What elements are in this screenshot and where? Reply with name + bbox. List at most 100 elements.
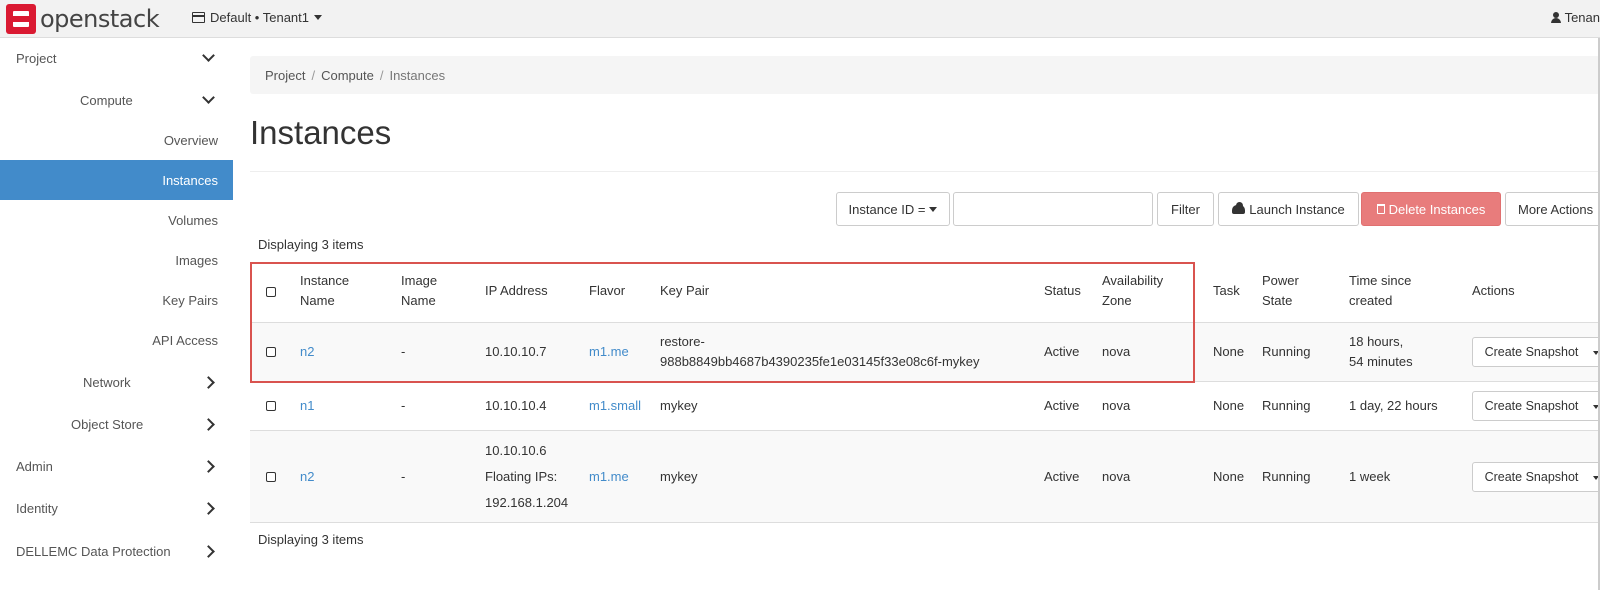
time-since-created: 1 day, 22 hours [1349,398,1438,413]
status: Active [1044,344,1080,359]
header-text: Power [1262,273,1299,288]
sidebar-item-volumes[interactable]: Volumes [0,200,233,240]
sidebar-item-dellemc[interactable]: DELLEMC Data Protection [0,531,233,571]
sidebar-label-overview: Overview [163,132,218,148]
ip-text: 192.168.1.204 [485,495,569,510]
time-text: 54 minutes [1349,354,1413,369]
header-text: Instance [300,273,350,288]
sidebar-item-instances[interactable]: Instances [0,160,233,200]
header-instance-name[interactable]: Instance Name [300,271,349,311]
sidebar-label-images: Images [175,252,218,268]
task: None [1213,344,1245,359]
select-all-checkbox[interactable] [266,287,276,297]
flavor-link[interactable]: m1.small [589,396,641,416]
sidebar-label-identity: Identity [16,500,58,516]
project-selector[interactable]: Default • Tenant1 [192,10,322,25]
header-image-name[interactable]: Image Name [401,271,437,311]
sidebar-item-key-pairs[interactable]: Key Pairs [0,280,233,320]
filter-field-dropdown[interactable]: Instance ID = [836,192,950,226]
displaying-count-top: Displaying 3 items [258,237,364,252]
sidebar-item-api-access[interactable]: API Access [0,320,233,360]
more-actions-button[interactable]: More Actions [1505,192,1600,226]
instance-name-link[interactable]: n2 [300,467,314,487]
status: Active [1044,469,1080,484]
table-row: n1 - 10.10.10.4 m1.small mykey Active no… [250,381,1600,430]
sidebar-item-compute[interactable]: Compute [0,80,233,120]
sidebar-label-key-pairs: Key Pairs [162,292,218,308]
filter-field-label: Instance ID = [848,201,926,217]
header-key-pair[interactable]: Key Pair [660,281,709,301]
availability-zone: nova [1102,469,1131,484]
sidebar-item-project[interactable]: Project [0,38,233,78]
time-text: 18 hours, [1349,334,1404,349]
flavor-link[interactable]: m1.me [589,342,629,362]
header-time-since-created[interactable]: Time since created [1349,271,1411,311]
filter-input[interactable] [953,192,1153,226]
header-task[interactable]: Task [1213,281,1240,301]
image-name: - [401,469,406,484]
header-text: Name [300,293,335,308]
sidebar-item-admin[interactable]: Admin [0,446,233,486]
filter-button[interactable]: Filter [1157,192,1214,226]
sidebar: Project Compute Overview Instances Volum… [0,38,233,590]
flavor-link[interactable]: m1.me [589,467,629,487]
time-since-created: 18 hours, 54 minutes [1349,332,1413,372]
sidebar-label-compute: Compute [80,92,133,108]
power-state: Running [1262,469,1311,484]
table-row: n2 - 10.10.10.6 Floating IPs: 192.168.1.… [250,430,1600,522]
chevron-right-icon [202,544,215,558]
key-pair: restore- 988b8849bb4687b4390235fe1e03145… [660,332,980,372]
key-pair-text: 988b8849bb4687b4390235fe1e03145f33e08c6f… [660,354,980,369]
breadcrumb-compute[interactable]: Compute [321,68,374,83]
breadcrumb: Project / Compute / Instances [250,56,1600,94]
row-checkbox[interactable] [266,347,276,357]
ip-address: 10.10.10.4 [485,398,547,413]
row-checkbox[interactable] [266,401,276,411]
sidebar-label-api-access: API Access [152,332,218,348]
sidebar-item-images[interactable]: Images [0,240,233,280]
sidebar-item-network[interactable]: Network [0,362,233,402]
header-text: Availability [1102,273,1164,288]
create-snapshot-button[interactable]: Create Snapshot [1472,337,1591,367]
header-availability-zone[interactable]: Availability Zone [1102,271,1163,311]
user-menu[interactable]: Tenan [1550,10,1600,25]
header-ip-address[interactable]: IP Address [485,281,548,301]
floating-ips-label: Floating IPs: [485,469,558,484]
header-status[interactable]: Status [1044,281,1081,301]
header-power-state[interactable]: Power State [1262,271,1299,311]
header-text: Time since [1349,273,1412,288]
instance-name-link[interactable]: n2 [300,342,314,362]
launch-instance-button[interactable]: Launch Instance [1218,192,1359,226]
table-header-row: Instance Name Image Name IP Address Flav… [250,262,1600,322]
top-navbar: openstack Default • Tenant1 Tenan [0,0,1600,38]
key-pair: mykey [660,469,698,484]
header-text: Image [401,273,438,288]
launch-instance-label: Launch Instance [1249,201,1345,217]
sidebar-label-network: Network [83,374,131,390]
create-snapshot-button[interactable]: Create Snapshot [1472,462,1591,492]
image-name: - [401,344,406,359]
sidebar-item-object-store[interactable]: Object Store [0,404,233,444]
openstack-logo-icon [6,4,36,34]
sidebar-item-identity[interactable]: Identity [0,488,233,528]
ip-text: 10.10.10.6 [485,443,547,458]
breadcrumb-instances: Instances [389,67,446,83]
breadcrumb-project[interactable]: Project [265,68,305,83]
chevron-down-icon [202,49,215,62]
power-state: Running [1262,398,1311,413]
delete-instances-button[interactable]: Delete Instances [1361,192,1501,226]
user-icon [1550,12,1561,23]
ip-address: 10.10.10.7 [485,344,547,359]
power-state: Running [1262,344,1311,359]
openstack-logo[interactable]: openstack [6,4,160,34]
chevron-right-icon [202,459,215,473]
sidebar-label-instances: Instances [162,172,218,188]
breadcrumb-separator: / [311,67,316,83]
create-snapshot-button[interactable]: Create Snapshot [1472,391,1591,421]
table-bottom-border [250,522,1600,523]
header-flavor[interactable]: Flavor [589,281,625,301]
instance-name-link[interactable]: n1 [300,396,314,416]
sidebar-item-overview[interactable]: Overview [0,120,233,160]
task: None [1213,398,1245,413]
row-checkbox[interactable] [266,472,276,482]
